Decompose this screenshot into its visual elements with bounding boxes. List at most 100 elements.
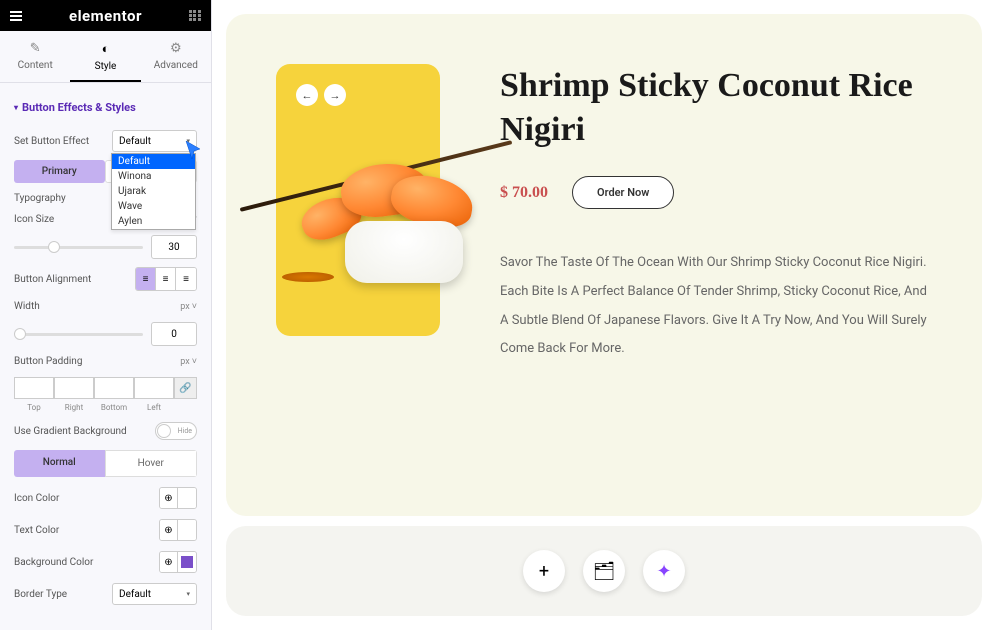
- menu-icon[interactable]: [10, 11, 22, 21]
- align-right-button[interactable]: ≡: [176, 268, 196, 290]
- editor-sidebar: elementor ✎ Content ◐ Style ⚙Advanced Butt…: [0, 0, 212, 630]
- seg-hover[interactable]: Hover: [105, 450, 198, 477]
- grid-icon[interactable]: [189, 10, 201, 22]
- icon-size-slider-row: [14, 235, 197, 259]
- icon-size-label: Icon Size: [14, 214, 54, 225]
- preview-section[interactable]: ← → Shrimp Sticky Coconut Rice Nigiri $ …: [226, 14, 982, 516]
- color-swatch-button[interactable]: [178, 520, 196, 540]
- effect-control: Set Button Effect Default▾ Default Winon…: [14, 130, 197, 152]
- link-padding-button[interactable]: 🔗: [174, 377, 197, 399]
- gear-icon: ⚙: [141, 41, 211, 56]
- alignment-label: Button Alignment: [14, 274, 91, 285]
- tab-label: Style: [95, 61, 117, 72]
- unit-selector[interactable]: px ˅: [180, 301, 197, 312]
- primary-pill[interactable]: Primary: [14, 160, 105, 183]
- product-image: ← →: [276, 64, 440, 336]
- padding-bottom-input[interactable]: [94, 377, 134, 399]
- unit-selector[interactable]: px ˅: [180, 356, 197, 367]
- sparkle-icon: ✦: [656, 561, 671, 582]
- padding-left-input[interactable]: [134, 377, 174, 399]
- alignment-control: Button Alignment ≡ ≡ ≡: [14, 267, 197, 291]
- product-title: Shrimp Sticky Coconut Rice Nigiri: [500, 64, 932, 152]
- color-swatch-button[interactable]: [178, 488, 196, 508]
- bg-color-picker: ⊕: [159, 551, 197, 573]
- cursor-pointer-icon: [184, 139, 204, 161]
- border-control: Border Type Default▾: [14, 583, 197, 605]
- dropdown-option[interactable]: Winona: [112, 169, 195, 184]
- padding-top-input[interactable]: [14, 377, 54, 399]
- padding-right-input[interactable]: [54, 377, 94, 399]
- toggle-thumb: [157, 424, 171, 438]
- align-center-button[interactable]: ≡: [156, 268, 176, 290]
- icon-size-slider[interactable]: [14, 246, 143, 249]
- width-slider[interactable]: [14, 333, 143, 336]
- gradient-label: Use Gradient Background: [14, 426, 127, 437]
- plus-icon: +: [539, 561, 549, 582]
- price: $ 70.00: [500, 184, 548, 202]
- add-widget-button[interactable]: +: [523, 550, 565, 592]
- text-color-label: Text Color: [14, 525, 59, 536]
- sidebar-header: elementor: [0, 0, 211, 31]
- chevron-down-icon: ▾: [186, 590, 190, 598]
- icon-size-input[interactable]: [151, 235, 197, 259]
- padding-control-header: Button Padding px ˅: [14, 356, 197, 367]
- folder-icon: 🗂: [593, 561, 616, 582]
- order-button[interactable]: Order Now: [572, 176, 674, 209]
- bottom-toolbar: + 🗂 ✦: [226, 526, 982, 616]
- style-panel: Button Effects & Styles Set Button Effec…: [0, 83, 211, 630]
- dropdown-option[interactable]: Default: [112, 154, 195, 169]
- tab-content[interactable]: ✎ Content: [0, 31, 70, 82]
- gradient-toggle[interactable]: Hide: [155, 422, 197, 440]
- slider-thumb[interactable]: [14, 328, 26, 340]
- prev-arrow-button[interactable]: ←: [296, 84, 318, 106]
- effect-dropdown: Default Winona Ujarak Wave Aylen: [111, 153, 196, 230]
- effect-select[interactable]: Default▾ Default Winona Ujarak Wave Ayle…: [112, 130, 197, 152]
- padding-side-labels: Top Right Bottom Left: [14, 403, 197, 412]
- logo: elementor: [69, 7, 142, 25]
- bg-color-control: Background Color ⊕: [14, 551, 197, 573]
- border-select[interactable]: Default▾: [112, 583, 197, 605]
- width-slider-row: [14, 322, 197, 346]
- effect-label: Set Button Effect: [14, 136, 89, 147]
- product-details: Shrimp Sticky Coconut Rice Nigiri $ 70.0…: [500, 54, 932, 364]
- color-swatch-button[interactable]: [178, 552, 196, 572]
- icon-color-label: Icon Color: [14, 493, 59, 504]
- tab-advanced[interactable]: ⚙Advanced: [141, 31, 211, 82]
- carousel-nav: ← →: [296, 84, 346, 106]
- width-label: Width: [14, 301, 40, 312]
- text-color-picker: ⊕: [159, 519, 197, 541]
- next-arrow-button[interactable]: →: [324, 84, 346, 106]
- slider-thumb[interactable]: [48, 241, 60, 253]
- text-color-control: Text Color ⊕: [14, 519, 197, 541]
- panel-tabs: ✎ Content ◐ Style ⚙Advanced: [0, 31, 211, 83]
- food-graphic: [301, 149, 501, 289]
- state-segmented: Normal Hover: [14, 450, 197, 477]
- width-control: Width px ˅: [14, 301, 197, 312]
- product-description: Savor The Taste Of The Ocean With Our Sh…: [500, 249, 932, 363]
- icon-color-picker: ⊕: [159, 487, 197, 509]
- section-header[interactable]: Button Effects & Styles: [14, 93, 197, 122]
- droplet-icon: ◐: [70, 41, 140, 57]
- icon-color-control: Icon Color ⊕: [14, 487, 197, 509]
- seg-normal[interactable]: Normal: [14, 450, 105, 477]
- border-label: Border Type: [14, 589, 67, 600]
- global-color-button[interactable]: ⊕: [160, 520, 178, 540]
- dropdown-option[interactable]: Wave: [112, 199, 195, 214]
- padding-inputs: 🔗: [14, 377, 197, 399]
- canvas: ← → Shrimp Sticky Coconut Rice Nigiri $ …: [212, 0, 996, 630]
- dropdown-option[interactable]: Aylen: [112, 214, 195, 229]
- tab-label: Content: [18, 60, 53, 71]
- price-row: $ 70.00 Order Now: [500, 176, 932, 209]
- tab-style[interactable]: ◐ Style: [70, 31, 140, 82]
- align-left-button[interactable]: ≡: [136, 268, 156, 290]
- global-color-button[interactable]: ⊕: [160, 488, 178, 508]
- dropdown-option[interactable]: Ujarak: [112, 184, 195, 199]
- bg-color-label: Background Color: [14, 557, 93, 568]
- pencil-icon: ✎: [0, 41, 70, 56]
- folder-button[interactable]: 🗂: [583, 550, 625, 592]
- padding-label: Button Padding: [14, 356, 82, 367]
- global-color-button[interactable]: ⊕: [160, 552, 178, 572]
- width-input[interactable]: [151, 322, 197, 346]
- ai-button[interactable]: ✦: [643, 550, 685, 592]
- typography-label: Typography: [14, 193, 66, 204]
